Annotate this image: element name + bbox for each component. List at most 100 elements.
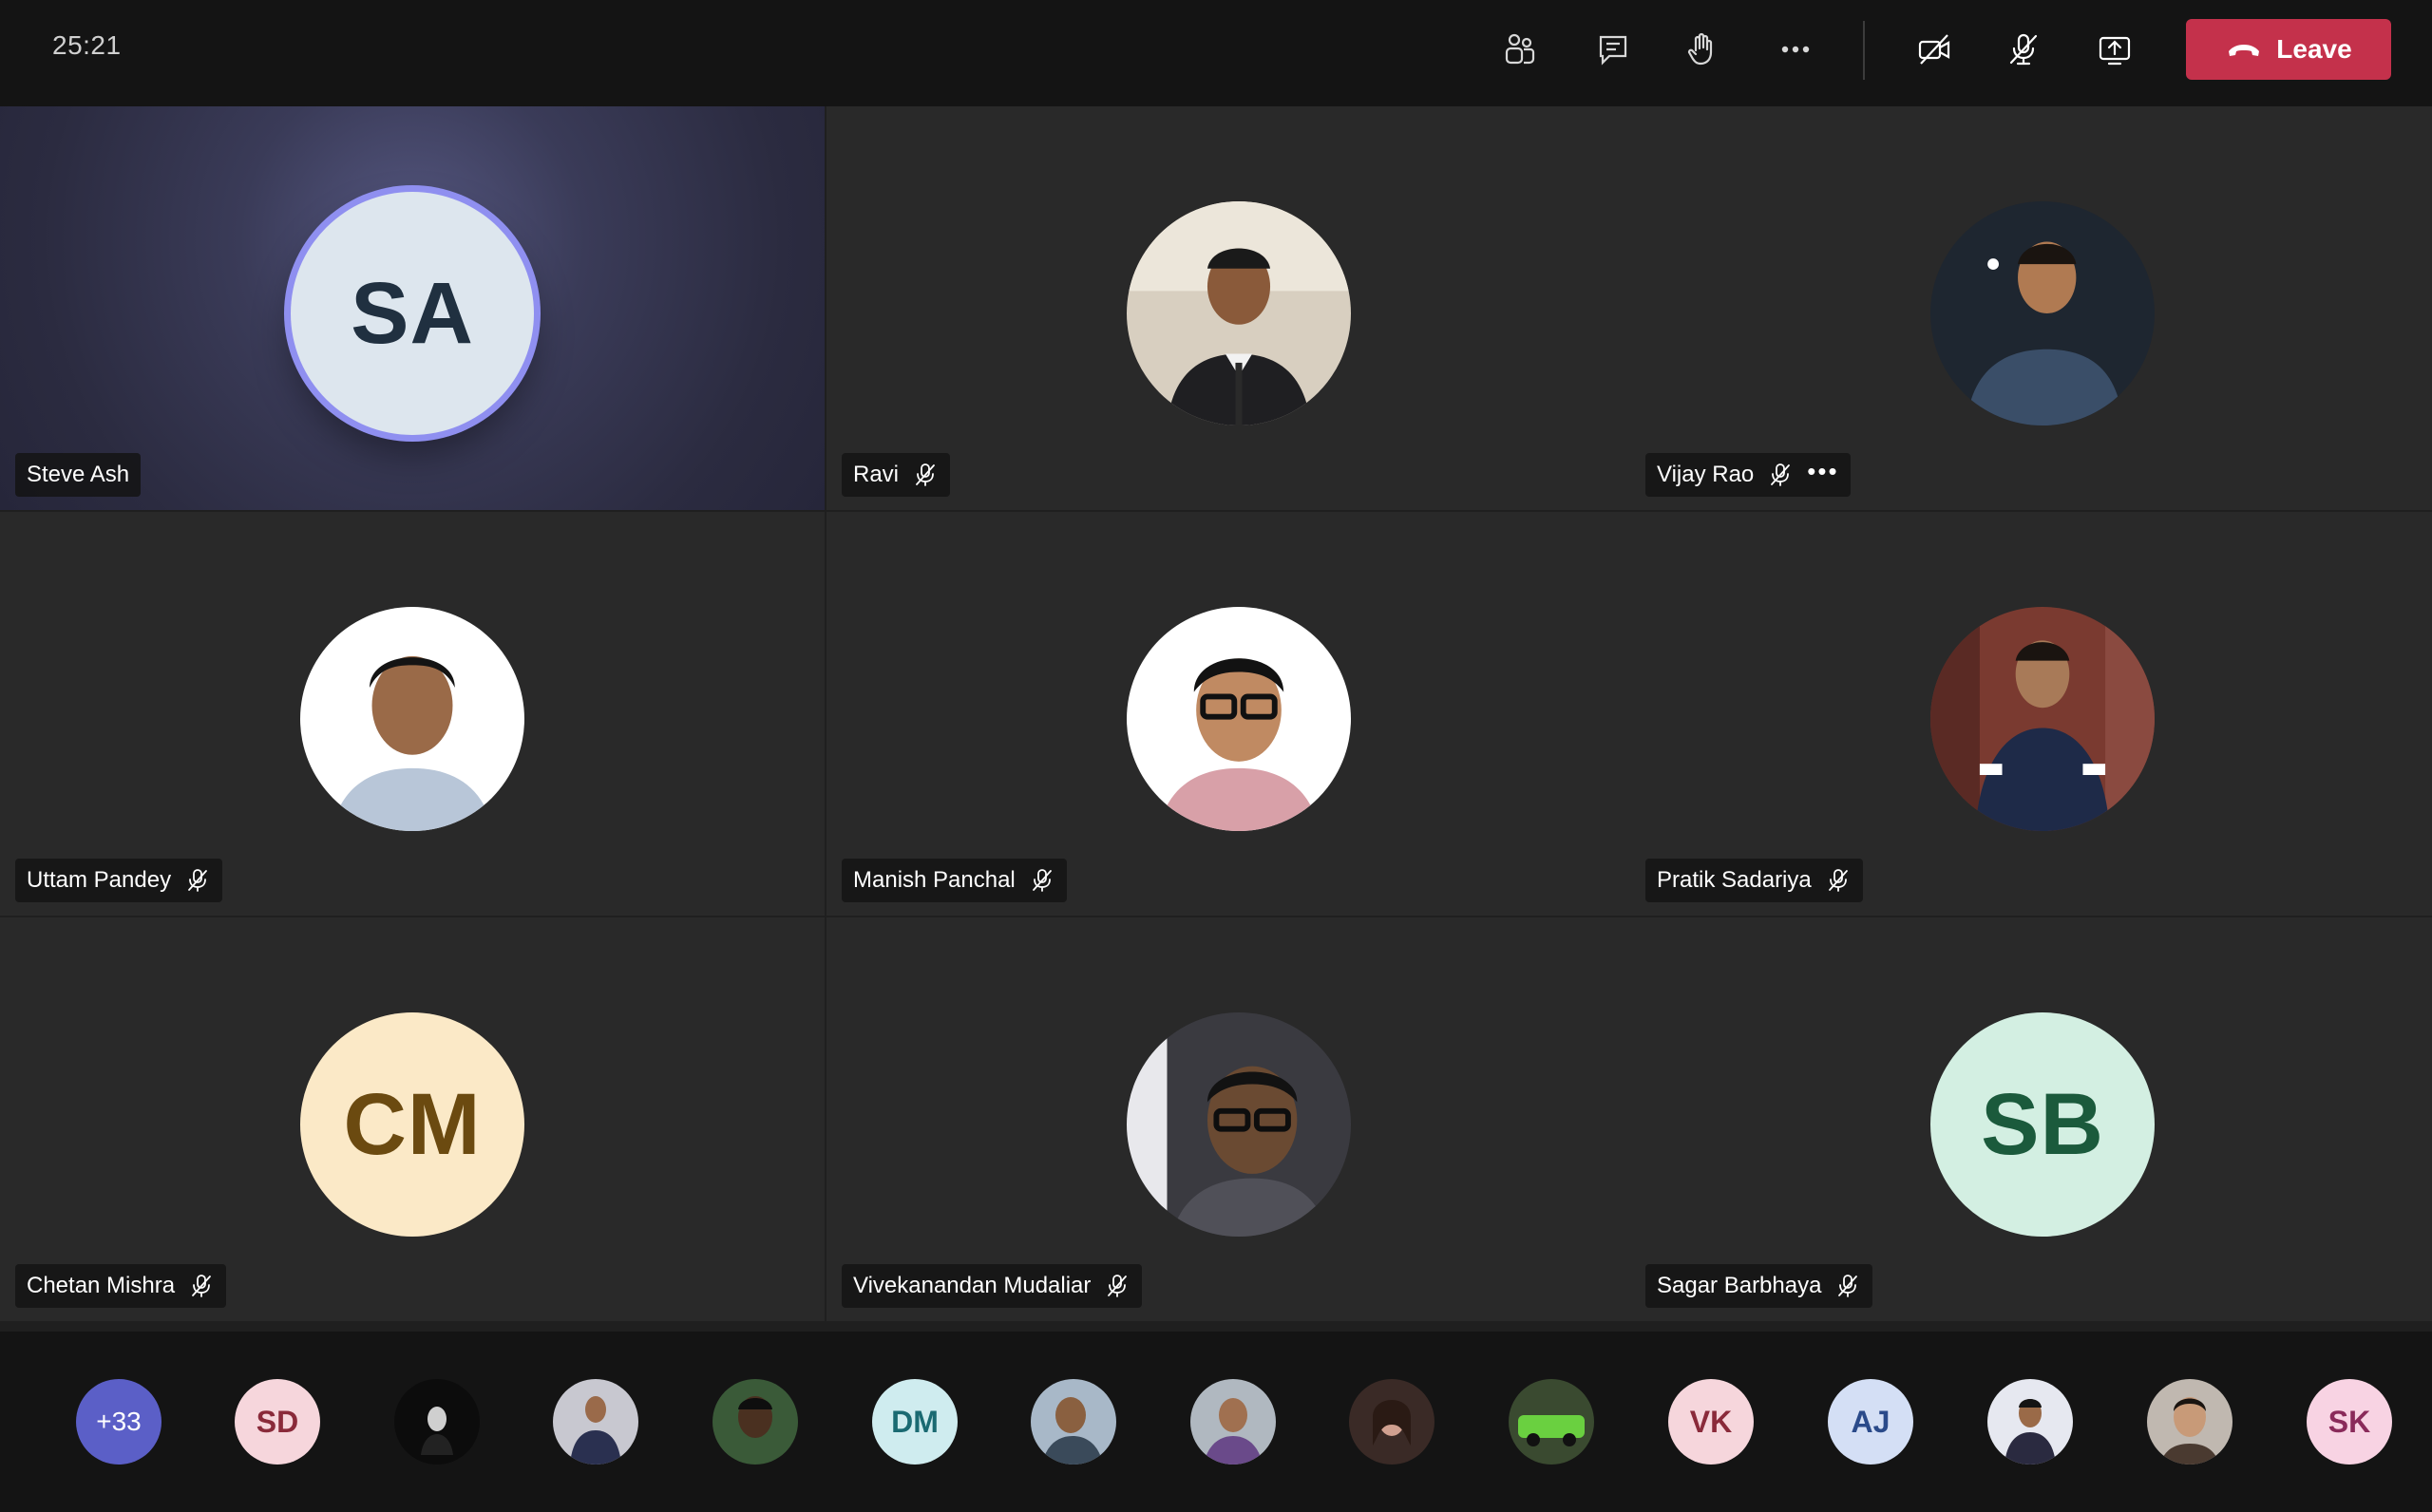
participant-tile[interactable]: Vijay Rao ••• [1630,106,2432,510]
share-screen-icon [2099,36,2131,66]
phone-hangup-icon [2229,45,2260,56]
avatar-initials: SA [351,264,474,362]
profile-photo [1031,1379,1116,1465]
profile-photo [300,607,524,831]
muted-mic-icon [1828,869,1848,892]
participant-name: Ravi [853,462,900,487]
profile-photo [1190,1379,1276,1465]
profile-photo [1349,1379,1434,1465]
avatar [1930,607,2155,831]
participant-name-tag: Manish Panchal [842,859,1067,902]
muted-mic-icon [192,1275,211,1297]
avatar: CM [300,1012,524,1237]
participant-tile[interactable]: Uttam Pandey [0,512,825,916]
leave-button[interactable]: Leave [2186,19,2391,80]
avatar-initials: SB [1981,1075,2104,1173]
participant-name: Vijay Rao [1657,462,1755,487]
mic-off-icon [2009,33,2038,66]
attendee-avatar[interactable] [712,1379,798,1465]
share-screen-button[interactable] [2084,23,2145,76]
participant-name-tag: Ravi [842,453,951,497]
participant-name: Uttam Pandey [27,867,172,893]
profile-photo [1127,201,1351,425]
profile-photo [553,1379,638,1465]
attendee-avatar[interactable]: DM [872,1379,958,1465]
participant-tile[interactable]: Manish Panchal [826,512,1651,916]
attendee-avatar[interactable]: SK [2307,1379,2392,1465]
muted-mic-icon [1032,869,1052,892]
attendee-avatar[interactable] [394,1379,480,1465]
participant-name: Sagar Barbhaya [1657,1273,1822,1298]
muted-mic-icon [916,463,935,486]
avatar [1127,201,1351,425]
participant-tile[interactable]: Vivekanandan Mudaliar [826,917,1651,1321]
participant-name: Manish Panchal [853,867,1016,893]
attendee-avatar[interactable] [1349,1379,1434,1465]
avatar: SB [1930,1012,2155,1237]
attendee-avatar[interactable] [1190,1379,1276,1465]
more-actions-button[interactable] [1765,23,1826,76]
mic-toggle-button[interactable] [1993,23,2054,76]
participant-name-tag: Sagar Barbhaya [1645,1264,1873,1308]
avatar [1127,1012,1351,1237]
participant-name: Steve Ash [27,462,130,487]
participant-more-button[interactable]: ••• [1807,457,1838,486]
participant-tile[interactable]: SB Sagar Barbhaya [1630,917,2432,1321]
participants-button[interactable] [1490,23,1550,76]
participant-name-tag: Uttam Pandey [15,859,223,902]
profile-photo [1930,201,2155,425]
participant-name: Pratik Sadariya [1657,867,1812,893]
profile-photo [1987,1379,2073,1465]
participant-name-tag: Vijay Rao ••• [1645,453,1851,497]
participant-tile[interactable]: CM Chetan Mishra [0,917,825,1321]
avatar: SA [291,192,534,435]
profile-photo [1509,1379,1594,1465]
participant-name: Chetan Mishra [27,1273,176,1298]
muted-mic-icon [1108,1275,1128,1297]
profile-photo [394,1379,480,1465]
leave-label: Leave [2276,34,2352,64]
avatar-initials: CM [343,1075,482,1173]
more-icon [1781,46,1810,53]
muted-mic-icon [1838,1275,1858,1297]
avatar [300,607,524,831]
attendee-strip: +33 SD DM VK AJ SK [0,1332,2432,1512]
profile-photo [712,1379,798,1465]
participant-name-tag: Chetan Mishra [15,1264,227,1308]
participants-icon [1505,33,1535,65]
participant-grid: SA Steve Ash Ravi Vijay Rao ••• Uttam Pa… [0,106,2432,1332]
profile-photo [1127,1012,1351,1237]
more-participants-button[interactable]: +33 [76,1379,162,1465]
participant-name-tag: Pratik Sadariya [1645,859,1863,902]
raise-hand-button[interactable] [1672,23,1733,76]
meeting-timer: 25:21 [52,30,122,60]
participant-tile[interactable]: SA Steve Ash [0,106,825,510]
raise-hand-icon [1687,32,1713,66]
meeting-toolbar: 25:21 Leave [0,0,2432,106]
avatar [1127,607,1351,831]
attendee-avatar[interactable] [1509,1379,1594,1465]
participant-name-tag: Steve Ash [15,453,142,497]
camera-off-icon [1918,34,1950,65]
profile-photo [1930,607,2155,831]
toolbar-divider [1863,21,1865,80]
attendee-avatar[interactable]: AJ [1828,1379,1913,1465]
participant-name: Vivekanandan Mudaliar [853,1273,1092,1298]
muted-mic-icon [188,869,207,892]
muted-mic-icon [1771,463,1791,486]
attendee-avatar[interactable]: SD [235,1379,320,1465]
chat-button[interactable] [1583,23,1644,76]
participant-tile[interactable]: Pratik Sadariya [1630,512,2432,916]
attendee-avatar[interactable] [2147,1379,2232,1465]
camera-toggle-button[interactable] [1904,23,1965,76]
attendee-avatar[interactable] [553,1379,638,1465]
attendee-avatar[interactable] [1987,1379,2073,1465]
profile-photo [1127,607,1351,831]
profile-photo [2147,1379,2232,1465]
attendee-avatar[interactable]: VK [1668,1379,1754,1465]
avatar [1930,201,2155,425]
participant-tile[interactable]: Ravi [826,106,1651,510]
attendee-avatar[interactable] [1031,1379,1116,1465]
participant-name-tag: Vivekanandan Mudaliar [842,1264,1143,1308]
chat-icon [1599,35,1627,66]
